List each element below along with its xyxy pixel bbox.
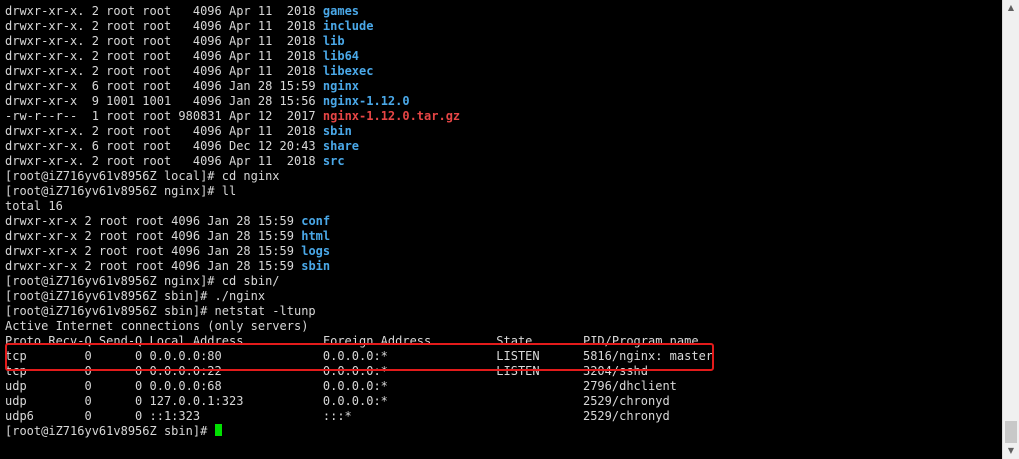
cursor-block — [214, 424, 222, 436]
entry-attributes: drwxr-xr-x. 2 root root 4096 Apr 11 2018 — [5, 154, 323, 168]
directory-name: nginx-1.12.0 — [322, 94, 410, 108]
directory-name: nginx — [322, 79, 360, 93]
entry-attributes: drwxr-xr-x 2 root root 4096 Jan 28 15:59 — [5, 244, 302, 258]
directory-name: games — [322, 4, 360, 18]
terminal-output[interactable]: drwxr-xr-x. 2 root root 4096 Apr 11 2018… — [5, 4, 1000, 456]
entry-attributes: drwxr-xr-x. 2 root root 4096 Apr 11 2018 — [5, 19, 323, 33]
directory-name: conf — [301, 214, 331, 228]
listing-entry: drwxr-xr-x. 2 root root 4096 Apr 11 2018… — [5, 124, 1000, 139]
directory-name: logs — [301, 244, 331, 258]
netstat-row: tcp 0 0 0.0.0.0:80 0.0.0.0:* LISTEN 5816… — [5, 349, 714, 363]
listing-entry: drwxr-xr-x. 2 root root 4096 Apr 11 2018… — [5, 154, 1000, 169]
listing-entry: drwxr-xr-x 2 root root 4096 Jan 28 15:59… — [5, 214, 1000, 229]
scrollbar-thumb[interactable] — [1005, 421, 1017, 443]
scroll-down-arrow-icon[interactable]: ▼ — [1003, 443, 1019, 459]
listing-entry: drwxr-xr-x. 2 root root 4096 Apr 11 2018… — [5, 49, 1000, 64]
entry-attributes: drwxr-xr-x 2 root root 4096 Jan 28 15:59 — [5, 229, 302, 243]
entry-attributes: drwxr-xr-x 2 root root 4096 Jan 28 15:59 — [5, 259, 302, 273]
vertical-scrollbar[interactable]: ▲ ▼ — [1002, 0, 1019, 459]
entry-attributes: drwxr-xr-x. 2 root root 4096 Apr 11 2018 — [5, 124, 323, 138]
directory-name: src — [322, 154, 345, 168]
listing-entry: drwxr-xr-x 6 root root 4096 Jan 28 15:59… — [5, 79, 1000, 94]
command-line: [root@iZ716yv61v8956Z local]# cd nginx — [5, 169, 280, 183]
directory-listing-local: drwxr-xr-x. 2 root root 4096 Apr 11 2018… — [5, 4, 1000, 169]
listing-entry: drwxr-xr-x. 2 root root 4096 Apr 11 2018… — [5, 19, 1000, 34]
listing-entry: drwxr-xr-x 2 root root 4096 Jan 28 15:59… — [5, 244, 1000, 259]
netstat-title: Active Internet connections (only server… — [5, 319, 309, 333]
listing-entry: drwxr-xr-x. 2 root root 4096 Apr 11 2018… — [5, 34, 1000, 49]
netstat-rows: tcp 0 0 0.0.0.0:80 0.0.0.0:* LISTEN 5816… — [5, 349, 1000, 424]
command-line: [root@iZ716yv61v8956Z nginx]# cd sbin/ — [5, 274, 280, 288]
netstat-row: udp6 0 0 ::1:323 :::* 2529/chronyd — [5, 409, 670, 423]
netstat-row: udp 0 0 127.0.0.1:323 0.0.0.0:* 2529/chr… — [5, 394, 670, 408]
directory-name: sbin — [322, 124, 352, 138]
entry-attributes: drwxr-xr-x 6 root root 4096 Jan 28 15:59 — [5, 79, 323, 93]
command-line: [root@iZ716yv61v8956Z nginx]# ll — [5, 184, 237, 198]
listing-entry: drwxr-xr-x 9 1001 1001 4096 Jan 28 15:56… — [5, 94, 1000, 109]
netstat-row: udp 0 0 0.0.0.0:68 0.0.0.0:* 2796/dhclie… — [5, 379, 677, 393]
directory-name: include — [322, 19, 374, 33]
entry-attributes: drwxr-xr-x. 2 root root 4096 Apr 11 2018 — [5, 4, 323, 18]
entry-attributes: drwxr-xr-x 2 root root 4096 Jan 28 15:59 — [5, 214, 302, 228]
prompt-text: [root@iZ716yv61v8956Z sbin]# — [5, 424, 215, 438]
entry-attributes: drwxr-xr-x. 2 root root 4096 Apr 11 2018 — [5, 64, 323, 78]
total-line: total 16 — [5, 199, 63, 213]
directory-name: html — [301, 229, 331, 243]
scroll-up-arrow-icon[interactable]: ▲ — [1003, 0, 1019, 16]
entry-attributes: drwxr-xr-x. 2 root root 4096 Apr 11 2018 — [5, 49, 323, 63]
directory-name: share — [322, 139, 360, 153]
listing-entry: drwxr-xr-x 2 root root 4096 Jan 28 15:59… — [5, 229, 1000, 244]
listing-entry: drwxr-xr-x. 2 root root 4096 Apr 11 2018… — [5, 64, 1000, 79]
listing-entry: -rw-r--r-- 1 root root 980831 Apr 12 201… — [5, 109, 1000, 124]
entry-attributes: drwxr-xr-x. 2 root root 4096 Apr 11 2018 — [5, 34, 323, 48]
listing-entry: drwxr-xr-x 2 root root 4096 Jan 28 15:59… — [5, 259, 1000, 274]
entry-attributes: drwxr-xr-x. 6 root root 4096 Dec 12 20:4… — [5, 139, 323, 153]
directory-name: lib64 — [322, 49, 360, 63]
entry-attributes: -rw-r--r-- 1 root root 980831 Apr 12 201… — [5, 109, 323, 123]
archive-name: nginx-1.12.0.tar.gz — [322, 109, 461, 123]
command-line: [root@iZ716yv61v8956Z sbin]# netstat -lt… — [5, 304, 316, 318]
directory-name: lib — [322, 34, 345, 48]
netstat-row: tcp 0 0 0.0.0.0:22 0.0.0.0:* LISTEN 3204… — [5, 364, 648, 378]
prompt-line[interactable]: [root@iZ716yv61v8956Z sbin]# — [5, 424, 1000, 439]
listing-entry: drwxr-xr-x. 2 root root 4096 Apr 11 2018… — [5, 4, 1000, 19]
directory-name: sbin — [301, 259, 331, 273]
netstat-header: Proto Recv-Q Send-Q Local Address Foreig… — [5, 334, 699, 348]
directory-name: libexec — [322, 64, 374, 78]
listing-entry: drwxr-xr-x. 6 root root 4096 Dec 12 20:4… — [5, 139, 1000, 154]
directory-listing-nginx: drwxr-xr-x 2 root root 4096 Jan 28 15:59… — [5, 214, 1000, 274]
entry-attributes: drwxr-xr-x 9 1001 1001 4096 Jan 28 15:56 — [5, 94, 323, 108]
command-line: [root@iZ716yv61v8956Z sbin]# ./nginx — [5, 289, 266, 303]
